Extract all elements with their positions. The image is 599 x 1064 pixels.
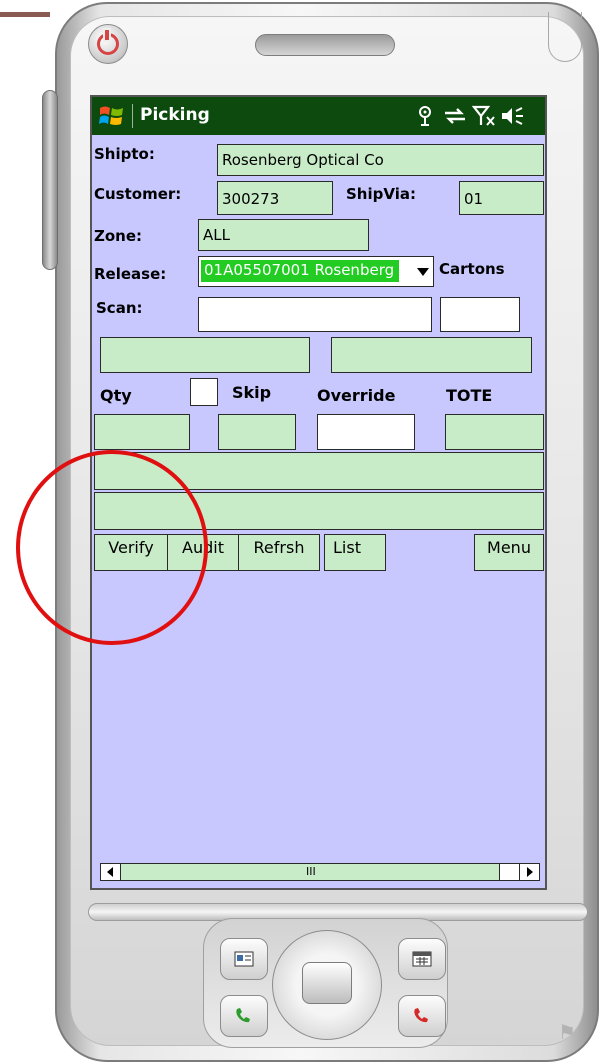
zone-label: Zone:	[94, 227, 143, 245]
list-button[interactable]: List	[324, 534, 386, 571]
scroll-track-end	[499, 864, 519, 880]
release-dropdown[interactable]: 01A05507001 Rosenberg	[198, 256, 434, 287]
scroll-thumb-grip[interactable]: III	[306, 865, 316, 878]
side-button[interactable]	[42, 90, 58, 270]
chevron-right-icon	[527, 867, 533, 877]
release-label: Release:	[94, 265, 167, 283]
shipvia-label: ShipVia:	[346, 185, 416, 203]
skip-label: Skip	[232, 383, 272, 402]
qty-field[interactable]	[94, 414, 190, 450]
annotation-circle	[16, 450, 208, 645]
tote-field[interactable]	[445, 414, 544, 450]
windows-logo-icon: ⚑	[558, 1020, 576, 1044]
title-separator	[132, 104, 133, 128]
scan-label: Scan:	[96, 299, 143, 317]
phone-red-icon	[414, 1008, 428, 1023]
skip-checkbox[interactable]	[190, 378, 218, 406]
shipvia-field[interactable]: 01	[459, 181, 544, 215]
stylus-slot	[548, 12, 582, 62]
shipto-field[interactable]: Rosenberg Optical Co	[217, 144, 544, 176]
qty-label: Qty	[100, 386, 132, 405]
customer-field[interactable]: 300273	[217, 181, 333, 215]
chevron-left-icon	[107, 867, 113, 877]
end-call-key[interactable]	[398, 995, 446, 1037]
sync-icon[interactable]	[442, 104, 468, 128]
info-field-left	[100, 337, 310, 373]
skip-field[interactable]	[218, 414, 296, 450]
refresh-button[interactable]: Refrsh	[238, 534, 320, 571]
volume-icon[interactable]	[500, 104, 526, 128]
calendar-icon	[412, 951, 432, 967]
release-value: 01A05507001 Rosenberg	[201, 260, 399, 282]
connectivity-icon[interactable]	[412, 104, 438, 128]
scroll-left-button[interactable]	[101, 864, 121, 880]
speaker-grille	[255, 34, 395, 56]
zone-field[interactable]: ALL	[198, 219, 369, 251]
chevron-down-icon	[417, 268, 429, 276]
override-label: Override	[317, 386, 396, 405]
contacts-icon	[234, 951, 254, 967]
dpad-center-button[interactable]	[302, 962, 352, 1004]
corner-accent	[0, 12, 50, 17]
title-bar: Picking	[92, 97, 545, 135]
call-key[interactable]	[220, 995, 268, 1037]
calendar-key[interactable]	[398, 938, 446, 980]
menu-button[interactable]: Menu	[474, 534, 544, 571]
override-input[interactable]	[317, 414, 415, 450]
windows-start-icon[interactable]	[98, 104, 126, 128]
app-title: Picking	[140, 105, 210, 125]
power-button[interactable]	[88, 24, 128, 64]
contacts-key[interactable]	[220, 938, 268, 980]
phone-green-icon	[236, 1008, 250, 1023]
tote-label: TOTE	[446, 386, 493, 405]
no-signal-icon[interactable]	[472, 104, 498, 128]
cartons-label: Cartons	[439, 260, 505, 278]
scroll-right-button[interactable]	[519, 864, 539, 880]
cartons-input[interactable]	[440, 297, 520, 332]
power-icon	[97, 30, 119, 55]
horizontal-scrollbar[interactable]: III	[100, 863, 540, 881]
customer-label: Customer:	[94, 185, 182, 203]
scan-input[interactable]	[198, 297, 432, 332]
shipto-label: Shipto:	[94, 145, 155, 163]
info-field-right	[331, 337, 532, 373]
